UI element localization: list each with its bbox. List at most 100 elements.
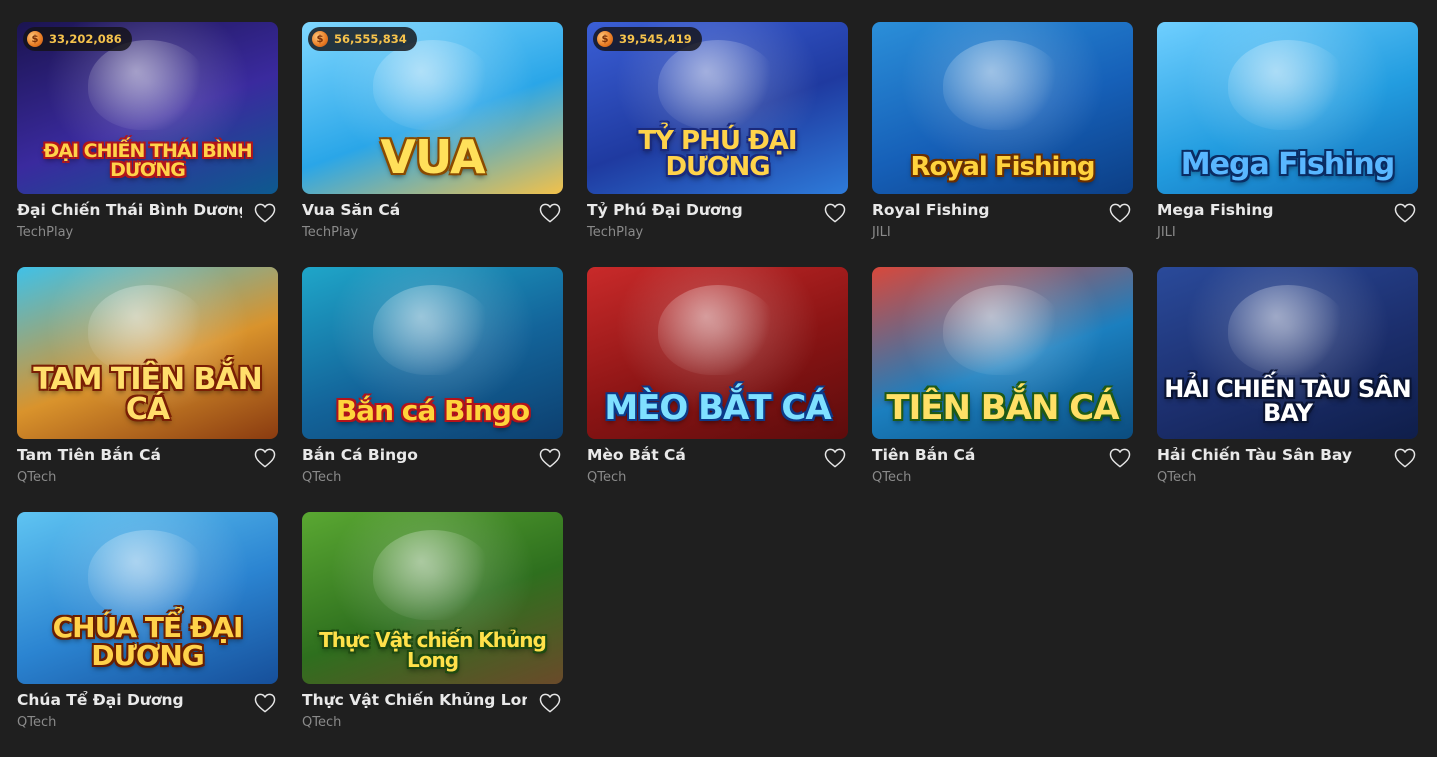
game-logo-text: Thực Vật chiến Khủng Long [319, 628, 547, 672]
game-card-royal-fishing[interactable]: Royal Fishing Royal Fishing JILI [872, 22, 1133, 267]
game-title[interactable]: Mega Fishing [1157, 201, 1274, 219]
game-card-dai-chien-thai-binh-duong[interactable]: ĐẠI CHIẾN THÁI BÌNH DƯƠNG $33,202,086 Đại … [17, 22, 278, 267]
game-provider: QTech [302, 715, 342, 730]
favorite-heart-icon[interactable] [254, 693, 276, 713]
game-provider: TechPlay [587, 225, 644, 240]
character-art [87, 530, 208, 620]
coin-icon: $ [597, 31, 613, 47]
game-thumbnail[interactable]: Bắn cá Bingo [302, 267, 563, 439]
game-meta: Royal Fishing JILI [872, 194, 1133, 267]
game-title[interactable]: Chúa Tể Đại Dương [17, 691, 184, 709]
game-meta: Tam Tiên Bắn Cá QTech [17, 439, 278, 512]
character-art [942, 40, 1063, 130]
game-provider: QTech [17, 715, 57, 730]
favorite-heart-icon[interactable] [1394, 448, 1416, 468]
game-logo-text: VUA [380, 130, 485, 184]
game-logo-text: Royal Fishing [910, 152, 1095, 182]
jackpot-badge: $56,555,834 [308, 27, 417, 51]
game-title[interactable]: Mèo Bắt Cá [587, 446, 686, 464]
coin-icon: $ [27, 31, 43, 47]
character-art [87, 40, 208, 130]
game-card-ban-ca-bingo[interactable]: Bắn cá Bingo Bắn Cá Bingo QTech [302, 267, 563, 512]
game-thumbnail[interactable]: Mega Fishing [1157, 22, 1418, 194]
game-title[interactable]: Tam Tiên Bắn Cá [17, 446, 161, 464]
character-art [657, 40, 778, 130]
game-thumbnail[interactable]: MÈO BẮT CÁ [587, 267, 848, 439]
character-art [1227, 40, 1348, 130]
game-logo-text: HẢI CHIẾN TÀU SÂN BAY [1164, 375, 1412, 427]
game-logo-text: MÈO BẮT CÁ [604, 388, 831, 428]
game-title[interactable]: Hải Chiến Tàu Sân Bay [1157, 446, 1352, 464]
game-thumbnail[interactable]: Thực Vật chiến Khủng Long [302, 512, 563, 684]
game-provider: QTech [302, 470, 342, 485]
coin-icon: $ [312, 31, 328, 47]
game-title[interactable]: Tiên Bắn Cá [872, 446, 975, 464]
game-thumbnail[interactable]: ĐẠI CHIẾN THÁI BÌNH DƯƠNG $33,202,086 [17, 22, 278, 194]
character-art [372, 530, 493, 620]
game-logo-text: TIÊN BẮN CÁ [886, 388, 1119, 428]
game-provider: QTech [17, 470, 57, 485]
game-thumbnail[interactable]: TỶ PHÚ ĐẠI DƯƠNG $39,545,419 [587, 22, 848, 194]
game-provider: JILI [872, 225, 891, 240]
game-logo-text: Bắn cá Bingo [335, 394, 530, 427]
game-title[interactable]: Bắn Cá Bingo [302, 446, 418, 464]
game-meta: Bắn Cá Bingo QTech [302, 439, 563, 512]
favorite-heart-icon[interactable] [1109, 203, 1131, 223]
game-thumbnail[interactable]: TAM TIÊN BẮN CÁ [17, 267, 278, 439]
game-thumbnail[interactable]: VUA $56,555,834 [302, 22, 563, 194]
game-provider: TechPlay [302, 225, 359, 240]
game-thumbnail[interactable]: TIÊN BẮN CÁ [872, 267, 1133, 439]
game-logo-text: TỶ PHÚ ĐẠI DƯƠNG [638, 126, 797, 182]
favorite-heart-icon[interactable] [254, 203, 276, 223]
game-provider: JILI [1157, 225, 1176, 240]
game-grid: ĐẠI CHIẾN THÁI BÌNH DƯƠNG $33,202,086 Đại … [17, 22, 1418, 757]
game-title[interactable]: Đại Chiến Thái Bình Dương [17, 201, 242, 219]
favorite-heart-icon[interactable] [1109, 448, 1131, 468]
game-meta: Mega Fishing JILI [1157, 194, 1418, 267]
game-card-vua-san-ca[interactable]: VUA $56,555,834 Vua Săn Cá TechPlay [302, 22, 563, 267]
game-card-tien-ban-ca[interactable]: TIÊN BẮN CÁ Tiên Bắn Cá QTech [872, 267, 1133, 512]
jackpot-value: 56,555,834 [334, 32, 407, 46]
game-meta: Chúa Tể Đại Dương QTech [17, 684, 278, 757]
favorite-heart-icon[interactable] [1394, 203, 1416, 223]
game-card-ty-phu-dai-duong[interactable]: TỶ PHÚ ĐẠI DƯƠNG $39,545,419 Tỷ Phú Đại Dư… [587, 22, 848, 267]
favorite-heart-icon[interactable] [254, 448, 276, 468]
favorite-heart-icon[interactable] [824, 448, 846, 468]
game-title[interactable]: Thực Vật Chiến Khủng Long [302, 691, 527, 709]
game-card-chua-te-dai-duong[interactable]: CHÚA TỂ ĐẠI DƯƠNG Chúa Tể Đại Dương QTech [17, 512, 278, 757]
game-card-hai-chien-tau-san-bay[interactable]: HẢI CHIẾN TÀU SÂN BAY Hải Chiến Tàu Sân B… [1157, 267, 1418, 512]
game-meta: Đại Chiến Thái Bình Dương TechPlay [17, 194, 278, 267]
character-art [372, 285, 493, 375]
game-logo-text: TAM TIÊN BẮN CÁ [33, 362, 263, 427]
game-provider: QTech [872, 470, 912, 485]
game-thumbnail[interactable]: CHÚA TỂ ĐẠI DƯƠNG [17, 512, 278, 684]
game-meta: Tỷ Phú Đại Dương TechPlay [587, 194, 848, 267]
jackpot-value: 39,545,419 [619, 32, 692, 46]
game-meta: Thực Vật Chiến Khủng Long QTech [302, 684, 563, 757]
character-art [372, 40, 493, 130]
game-meta: Mèo Bắt Cá QTech [587, 439, 848, 512]
game-provider: TechPlay [17, 225, 74, 240]
game-thumbnail[interactable]: Royal Fishing [872, 22, 1133, 194]
favorite-heart-icon[interactable] [539, 693, 561, 713]
game-card-mega-fishing[interactable]: Mega Fishing Mega Fishing JILI [1157, 22, 1418, 267]
game-card-tam-tien-ban-ca[interactable]: TAM TIÊN BẮN CÁ Tam Tiên Bắn Cá QTech [17, 267, 278, 512]
character-art [942, 285, 1063, 375]
character-art [1227, 285, 1348, 375]
game-logo-text: ĐẠI CHIẾN THÁI BÌNH DƯƠNG [43, 140, 252, 181]
favorite-heart-icon[interactable] [824, 203, 846, 223]
character-art [657, 285, 778, 375]
favorite-heart-icon[interactable] [539, 448, 561, 468]
game-title[interactable]: Tỷ Phú Đại Dương [587, 201, 743, 219]
game-meta: Vua Săn Cá TechPlay [302, 194, 563, 267]
game-logo-text: Mega Fishing [1180, 147, 1395, 182]
jackpot-value: 33,202,086 [49, 32, 122, 46]
game-card-meo-bat-ca[interactable]: MÈO BẮT CÁ Mèo Bắt Cá QTech [587, 267, 848, 512]
favorite-heart-icon[interactable] [539, 203, 561, 223]
game-title[interactable]: Royal Fishing [872, 201, 989, 219]
game-title[interactable]: Vua Săn Cá [302, 201, 400, 219]
game-thumbnail[interactable]: HẢI CHIẾN TÀU SÂN BAY [1157, 267, 1418, 439]
game-card-thuc-vat-chien-khung-long[interactable]: Thực Vật chiến Khủng Long Thực Vật Chiến … [302, 512, 563, 757]
jackpot-badge: $39,545,419 [593, 27, 702, 51]
game-provider: QTech [1157, 470, 1197, 485]
